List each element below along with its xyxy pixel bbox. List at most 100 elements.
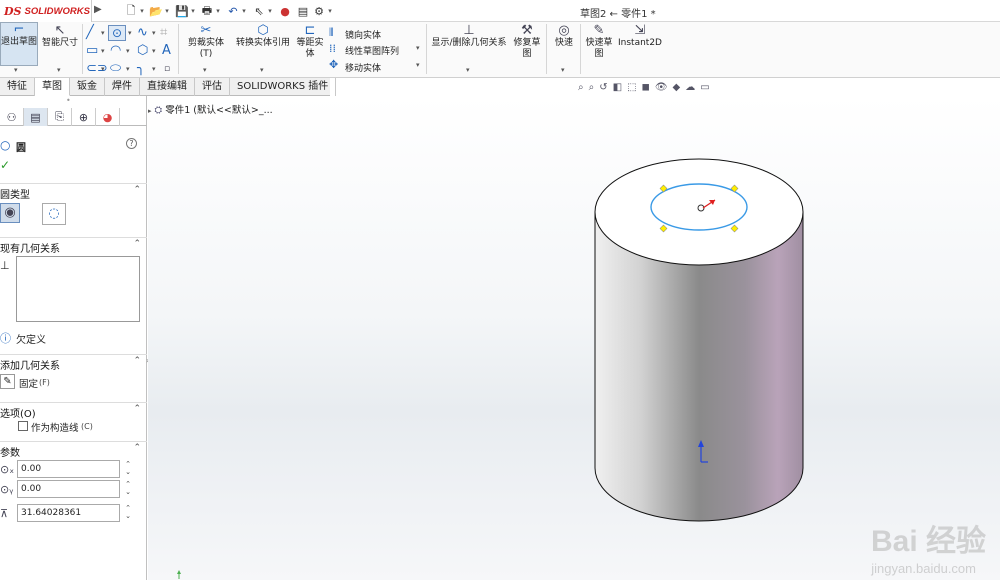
rapid-sketch-button[interactable]: ✎ 快速草图 <box>583 24 615 74</box>
tab-features[interactable]: 特征 <box>0 78 35 96</box>
print-file-icon[interactable]: ▤ <box>296 3 310 19</box>
fillet-tool-icon[interactable]: ╮ <box>137 62 145 76</box>
tab-solidworks-addins[interactable]: SOLIDWORKS 插件 <box>230 78 337 96</box>
help-button[interactable]: ? <box>126 138 137 149</box>
radius-field[interactable]: 31.64028361 <box>17 504 120 522</box>
line-tool-icon[interactable]: ╱ <box>86 26 94 40</box>
move-dropdown-icon[interactable]: ▾ <box>416 61 420 69</box>
mirror-icon[interactable]: ⫴ <box>329 26 334 40</box>
previous-view-icon[interactable]: ↺ <box>599 82 607 96</box>
center-y-field[interactable]: 0.00 <box>17 480 120 498</box>
configuration-manager-tab-icon[interactable]: ⎘ <box>48 108 72 126</box>
construction-label[interactable]: 作为构造线 <box>31 420 79 434</box>
hide-show-items-icon[interactable]: 👁 <box>655 82 668 96</box>
undo-dropdown-icon[interactable]: ▾ <box>241 3 247 19</box>
ok-checkmark-icon[interactable]: ✓ <box>0 158 10 172</box>
property-manager-tab-icon[interactable]: ▤ <box>24 108 48 126</box>
apply-scene-icon[interactable]: ☁ <box>685 82 695 96</box>
center-x-field[interactable]: 0.00 <box>17 460 120 478</box>
arc-dropdown-icon[interactable]: ▾ <box>126 47 130 55</box>
slot-dropdown-icon[interactable]: ▾ <box>101 65 105 73</box>
spline-tool-icon[interactable]: ∿ <box>137 26 148 40</box>
ellipse-dropdown-icon[interactable]: ▾ <box>126 65 130 73</box>
circle-tool-icon[interactable]: ⊙ <box>108 25 126 41</box>
section-view-icon[interactable]: ◧ <box>613 82 622 96</box>
traffic-light-icon[interactable]: ● <box>279 3 291 19</box>
offset-entities-button[interactable]: ⊏ 等距实体 <box>294 24 326 74</box>
display-relations-button[interactable]: ⊥ 显示/删除几何关系 <box>429 24 509 64</box>
zoom-to-area-icon[interactable]: ⌕ <box>589 82 595 96</box>
smart-dimension-button[interactable]: ↖ 智能尺寸 <box>40 24 80 64</box>
open-icon[interactable]: 📂 <box>149 3 163 19</box>
fix-relation-label[interactable]: 固定 <box>19 376 38 390</box>
select-icon[interactable]: ⇖ <box>252 3 266 19</box>
convert-entities-button[interactable]: ⬡ 转换实体引用 <box>234 24 292 64</box>
tab-weldments[interactable]: 焊件 <box>105 78 140 96</box>
view-settings-icon[interactable]: ▭ <box>700 82 709 96</box>
options-section-header[interactable]: 选项(O) ⌃ <box>0 402 147 420</box>
parameters-section-header[interactable]: 参数 ⌃ <box>0 441 147 459</box>
tab-sketch[interactable]: 草图 <box>35 78 70 96</box>
linear-pattern-dropdown-icon[interactable]: ▾ <box>416 44 420 52</box>
fix-relation-icon[interactable]: ✎ <box>0 374 15 389</box>
smart-dimension-dropdown-icon[interactable]: ▾ <box>57 66 61 74</box>
construction-checkbox[interactable] <box>18 421 28 431</box>
open-dropdown-icon[interactable]: ▾ <box>164 3 170 19</box>
graphics-area[interactable]: ⌕ ⌕ ↺ ◧ ⬚ ◼ 👁 ◆ ☁ ▭ ▸ ⛭ 零件1 (默认<<默认>_... <box>148 82 1000 580</box>
quick-snaps-dropdown-icon[interactable]: ▾ <box>561 66 565 74</box>
zoom-to-fit-icon[interactable]: ⌕ <box>578 82 584 96</box>
center-x-spinner[interactable]: ⌃ ⌄ <box>124 460 132 476</box>
trim-dropdown-icon[interactable]: ▾ <box>203 66 207 74</box>
edit-appearance-icon[interactable]: ◆ <box>673 82 681 96</box>
exit-sketch-button[interactable]: ⌐ 退出草图 <box>0 22 38 66</box>
new-dropdown-icon[interactable]: ▾ <box>139 3 145 19</box>
add-relations-section-header[interactable]: 添加几何关系 ⌃ <box>0 354 147 372</box>
arc-tool-icon[interactable]: ◠ <box>110 44 121 58</box>
save-dropdown-icon[interactable]: ▾ <box>190 3 196 19</box>
move-entities-label[interactable]: 移动实体 <box>345 61 381 74</box>
print-dropdown-icon[interactable]: ▾ <box>215 3 221 19</box>
radius-spinner[interactable]: ⌃ ⌄ <box>124 504 132 520</box>
instant2d-button[interactable]: ⇲ Instant2D <box>617 24 663 64</box>
center-y-spinner[interactable]: ⌃ ⌄ <box>124 480 132 496</box>
feature-manager-tab-icon[interactable]: ⚇ <box>0 108 24 126</box>
display-manager-tab-icon[interactable]: ◕ <box>96 108 120 126</box>
solidworks-logo[interactable]: DS SOLIDWORKS <box>0 0 92 22</box>
repair-sketch-button[interactable]: ⚒ 修复草图 <box>510 24 544 74</box>
existing-relations-list[interactable] <box>16 256 140 322</box>
linear-pattern-icon[interactable]: ⁞⁞ <box>329 42 336 56</box>
tab-direct-editing[interactable]: 直接编辑 <box>140 78 195 96</box>
exit-sketch-dropdown-icon[interactable]: ▾ <box>14 66 18 74</box>
select-dropdown-icon[interactable]: ▾ <box>267 3 273 19</box>
ellipse-tool-icon[interactable]: ⬭ <box>110 62 121 76</box>
new-document-icon[interactable]: 🗋 <box>124 3 138 19</box>
tab-sheet-metal[interactable]: 钣金 <box>70 78 105 96</box>
perimeter-circle-type-icon[interactable]: ◌ <box>42 203 66 225</box>
options-icon[interactable]: ⚙ <box>312 3 326 19</box>
rectangle-dropdown-icon[interactable]: ▾ <box>101 47 105 55</box>
panel-grip-icon[interactable]: • <box>66 96 71 105</box>
polygon-dropdown-icon[interactable]: ▾ <box>152 47 156 55</box>
cylinder-body[interactable] <box>594 158 804 522</box>
spline-dropdown-icon[interactable]: ▾ <box>152 29 156 37</box>
save-icon[interactable]: 💾 <box>175 3 189 19</box>
circle-type-section-header[interactable]: 圆类型 ⌃ <box>0 183 147 201</box>
existing-relations-section-header[interactable]: 现有几何关系 ⌃ <box>0 237 147 255</box>
undo-icon[interactable]: ↶ <box>226 3 240 19</box>
tab-evaluate[interactable]: 评估 <box>195 78 230 96</box>
options-dropdown-icon[interactable]: ▾ <box>327 3 333 19</box>
line-dropdown-icon[interactable]: ▾ <box>101 29 105 37</box>
quick-snaps-button[interactable]: ◎ 快速 <box>549 24 579 64</box>
relations-dropdown-icon[interactable]: ▾ <box>466 66 470 74</box>
point-tool-icon[interactable]: ▫ <box>164 62 170 76</box>
center-circle-type-icon[interactable]: ◉ <box>0 203 20 223</box>
mirror-entities-label[interactable]: 镜向实体 <box>345 28 381 41</box>
convert-dropdown-icon[interactable]: ▾ <box>260 66 264 74</box>
fillet-dropdown-icon[interactable]: ▾ <box>152 65 156 73</box>
menu-expand-arrow-icon[interactable]: ▶ <box>94 4 102 15</box>
circle-dropdown-icon[interactable]: ▾ <box>128 29 132 37</box>
text-tool-icon[interactable]: A <box>162 44 171 58</box>
dimxpert-tab-icon[interactable]: ⊕ <box>72 108 96 126</box>
view-orientation-icon[interactable]: ⬚ <box>627 82 636 96</box>
linear-pattern-label[interactable]: 线性草图阵列 <box>345 44 399 57</box>
